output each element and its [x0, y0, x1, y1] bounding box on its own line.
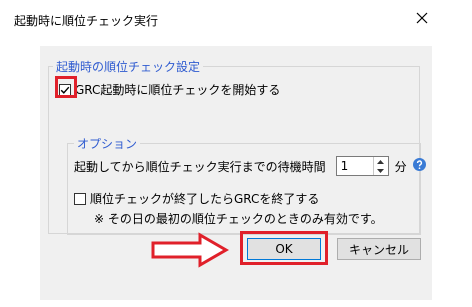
arrow-right-icon — [151, 232, 230, 268]
stepper-down-button[interactable] — [374, 166, 388, 175]
wait-time-unit: 分 — [394, 159, 407, 174]
checkmark-icon — [60, 86, 70, 94]
options-group-title: オプション — [74, 135, 141, 152]
start-on-launch-option[interactable]: GRC起動時に順位チェックを開始する — [59, 81, 280, 98]
title-bar: 起動時に順位チェック実行 — [0, 0, 472, 40]
wait-time-stepper[interactable]: 1 — [335, 156, 389, 176]
startup-group-title: 起動時の順位チェック設定 — [53, 58, 204, 75]
stepper-buttons — [372, 157, 388, 175]
close-button[interactable] — [412, 8, 432, 28]
ok-button[interactable]: OK — [247, 238, 321, 260]
help-button[interactable] — [412, 158, 426, 174]
note-text: ※ その日の最初の順位チェックのときのみ有効です。 — [94, 212, 383, 226]
exit-after-check-option[interactable]: 順位チェックが終了したらGRCを終了する — [74, 190, 319, 207]
cancel-button-label: キャンセル — [348, 242, 409, 257]
start-on-launch-label: GRC起動時に順位チェックを開始する — [75, 83, 281, 97]
stepper-up-button[interactable] — [374, 157, 388, 166]
help-icon — [412, 158, 426, 171]
cancel-button[interactable]: キャンセル — [337, 238, 421, 260]
options-group: オプション 起動してから順位チェック実行までの待機時間 1 分 順位チェックが終… — [67, 135, 426, 235]
dialog-body: 起動時の順位チェック設定 GRC起動時に順位チェックを開始する オプション 起動… — [40, 46, 432, 300]
close-icon — [416, 12, 428, 24]
wait-time-label: 起動してから順位チェック実行までの待機時間 — [74, 159, 326, 174]
start-on-launch-checkbox[interactable] — [59, 83, 71, 96]
triangle-down-icon — [377, 168, 385, 173]
dialog-title: 起動時に順位チェック実行 — [14, 14, 159, 28]
ok-button-label: OK — [275, 242, 293, 256]
wait-time-row: 起動してから順位チェック実行までの待機時間 1 分 — [74, 156, 426, 176]
exit-after-check-checkbox[interactable] — [74, 192, 86, 205]
startup-settings-group: 起動時の順位チェック設定 GRC起動時に順位チェックを開始する オプション 起動… — [48, 58, 426, 235]
wait-time-input[interactable]: 1 — [336, 157, 373, 175]
triangle-up-icon — [377, 159, 385, 164]
dialog-window: 起動時に順位チェック実行 起動時の順位チェック設定 GRC起動時に順位チェックを… — [0, 0, 472, 307]
exit-after-check-label: 順位チェックが終了したらGRCを終了する — [90, 192, 320, 206]
